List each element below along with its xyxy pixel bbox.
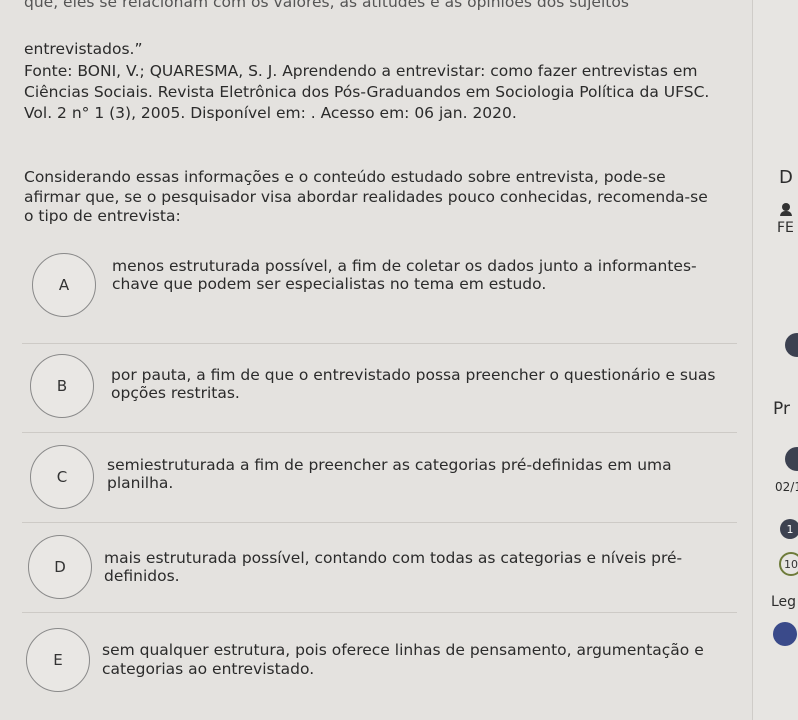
question-source-line-3: Vol. 2 n° 1 (3), 2005. Disponível em: . … [24,104,517,122]
option-e[interactable]: E sem qualquer estrutura, pois oferece l… [22,612,737,708]
option-text: por pauta, a fim de que o entrevistado p… [111,366,716,384]
option-text: categorias ao entrevistado. [102,660,315,678]
question-panel: que, eles se relacionam com os valores, … [0,0,752,720]
option-text: semiestruturada a fim de preencher as ca… [107,456,672,474]
option-letter[interactable]: A [32,253,96,317]
option-d[interactable]: D mais estruturada possível, contando co… [22,522,737,608]
option-text: planilha. [107,474,174,492]
option-a[interactable]: A menos estruturada possível, a fim de c… [22,250,737,330]
question-line-1: entrevistados.” [24,40,143,58]
option-text: opções restritas. [111,384,240,402]
question-cut-line: que, eles se relacionam com os valores, … [24,0,629,11]
sidebar-pr-label: Pr [773,399,790,419]
option-letter[interactable]: C [30,445,94,509]
option-text: mais estruturada possível, contando com … [104,549,683,567]
option-text: chave que podem ser especialistas no tem… [112,275,547,293]
option-text: menos estruturada possível, a fim de col… [112,257,697,275]
legend-dot-icon [773,622,797,646]
sidebar-legend-label: Leg [771,594,797,610]
question-source-line-1: Fonte: BONI, V.; QUARESMA, S. J. Aprende… [24,62,698,80]
option-b[interactable]: B por pauta, a fim de que o entrevistado… [22,343,737,424]
option-letter[interactable]: B [30,354,94,418]
badge-10[interactable]: 10 [779,552,798,576]
option-text: sem qualquer estrutura, pois oferece lin… [102,641,704,659]
option-c[interactable]: C semiestruturada a fim de preencher as … [22,432,737,513]
question-source-line-2: Ciências Sociais. Revista Eletrônica dos… [24,83,710,101]
question-prompt-line-2: afirmar que, se o pesquisador visa abord… [24,188,708,206]
option-text: definidos. [104,567,180,585]
question-prompt-line-1: Considerando essas informações e o conte… [24,168,666,186]
user-icon [782,203,790,211]
option-letter[interactable]: D [28,535,92,599]
sidebar-date: 02/1 [775,480,798,494]
user-icon-body [780,211,792,216]
sidebar-toggle-dot[interactable] [785,333,798,357]
option-letter[interactable]: E [26,628,90,692]
sidebar-status-dot[interactable] [785,447,798,471]
right-sidebar: D FE Pr 02/1 1 10 Leg [752,0,798,720]
sidebar-fe-label: FE [777,220,794,236]
question-prompt-line-3: o tipo de entrevista: [24,207,181,225]
sidebar-d-label: D [779,167,793,188]
badge-1[interactable]: 1 [780,519,798,539]
